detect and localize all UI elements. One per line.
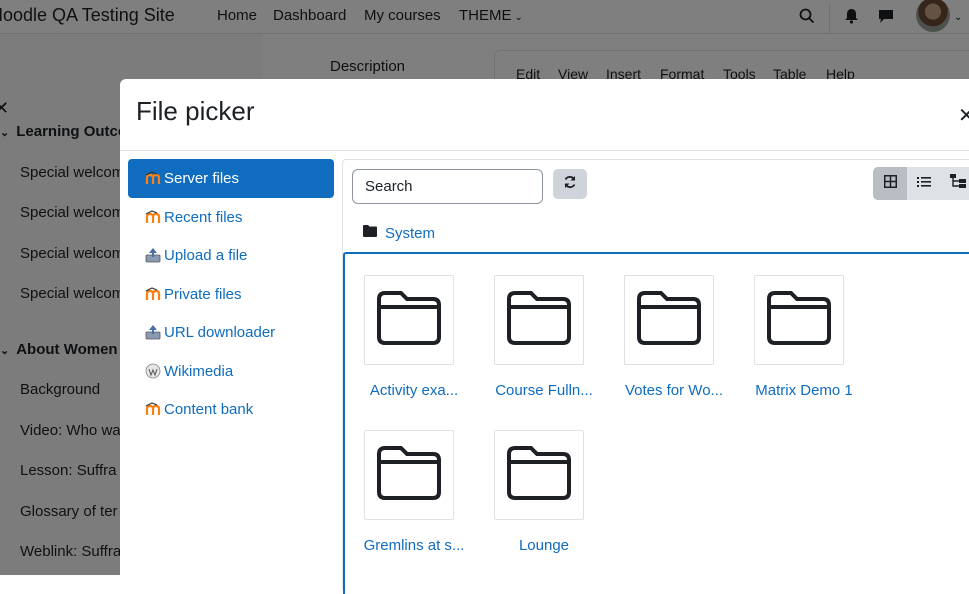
- file-name: Lounge: [518, 537, 570, 554]
- file-name: Course Fulln...: [495, 382, 593, 399]
- file-name: Activity exa...: [369, 382, 459, 399]
- folder-thumbnail: [754, 275, 844, 365]
- file-name: Votes for Wo...: [624, 382, 724, 399]
- view-icons-button[interactable]: [873, 167, 907, 200]
- tree-icon: [950, 174, 966, 193]
- file-picker-dialog: File picker ✕ Server files Recent files …: [120, 79, 969, 594]
- file-item[interactable]: Activity exa...: [354, 275, 474, 415]
- file-name: Matrix Demo 1: [755, 382, 853, 399]
- repo-content-bank[interactable]: Content bank: [128, 390, 334, 429]
- breadcrumb: System: [363, 224, 435, 242]
- repo-wikimedia[interactable]: Wikimedia: [128, 352, 334, 391]
- folder-thumbnail: [364, 430, 454, 520]
- repo-upload-file[interactable]: Upload a file: [128, 236, 334, 275]
- file-grid: Activity exa... Course Fulln... Votes fo…: [343, 252, 969, 594]
- upload-icon: [145, 247, 161, 263]
- modal-title: File picker: [136, 96, 255, 126]
- view-tree-button[interactable]: [941, 167, 969, 200]
- repo-label: Private files: [164, 286, 242, 303]
- file-item[interactable]: Matrix Demo 1: [744, 275, 864, 415]
- moodle-icon: [145, 209, 161, 225]
- breadcrumb-system-link[interactable]: System: [385, 225, 435, 242]
- file-item[interactable]: Votes for Wo...: [614, 275, 734, 415]
- folder-icon: [635, 289, 703, 352]
- repo-private-files[interactable]: Private files: [128, 275, 334, 314]
- grid-icon: [883, 174, 897, 193]
- repo-url-downloader[interactable]: URL downloader: [128, 313, 334, 352]
- folder-icon: [375, 289, 443, 352]
- file-item[interactable]: Gremlins at s...: [354, 430, 474, 570]
- close-icon[interactable]: ✕: [958, 103, 969, 128]
- file-item[interactable]: Course Fulln...: [484, 275, 604, 415]
- moodle-icon: [145, 170, 161, 186]
- moodle-icon: [145, 286, 161, 302]
- folder-icon: [765, 289, 833, 352]
- repo-label: Wikimedia: [164, 363, 234, 380]
- folder-icon: [363, 224, 377, 242]
- folder-thumbnail: [494, 430, 584, 520]
- folder-icon: [505, 444, 573, 507]
- repo-recent-files[interactable]: Recent files: [128, 198, 334, 237]
- list-icon: [917, 175, 931, 193]
- folder-thumbnail: [624, 275, 714, 365]
- repo-label: URL downloader: [164, 324, 276, 341]
- moodle-icon: [145, 401, 161, 417]
- repo-server-files[interactable]: Server files: [128, 159, 334, 198]
- folder-thumbnail: [364, 275, 454, 365]
- refresh-button[interactable]: [553, 169, 587, 199]
- view-list-button[interactable]: [907, 167, 941, 200]
- folder-icon: [375, 444, 443, 507]
- view-mode-toggle: [873, 167, 969, 200]
- search-input[interactable]: [352, 169, 543, 204]
- modal-header: File picker ✕: [120, 79, 969, 151]
- repo-label: Upload a file: [164, 247, 248, 264]
- refresh-icon: [563, 175, 577, 194]
- file-name: Gremlins at s...: [363, 537, 465, 554]
- repo-label: Content bank: [164, 401, 254, 418]
- repo-label: Server files: [164, 170, 240, 187]
- file-browser: System Activity exa... Course Fulln... V…: [342, 159, 969, 594]
- folder-thumbnail: [494, 275, 584, 365]
- folder-icon: [505, 289, 573, 352]
- url-icon: [145, 324, 161, 340]
- file-item[interactable]: Lounge: [484, 430, 604, 570]
- repo-label: Recent files: [164, 209, 243, 226]
- wikimedia-icon: [145, 363, 161, 379]
